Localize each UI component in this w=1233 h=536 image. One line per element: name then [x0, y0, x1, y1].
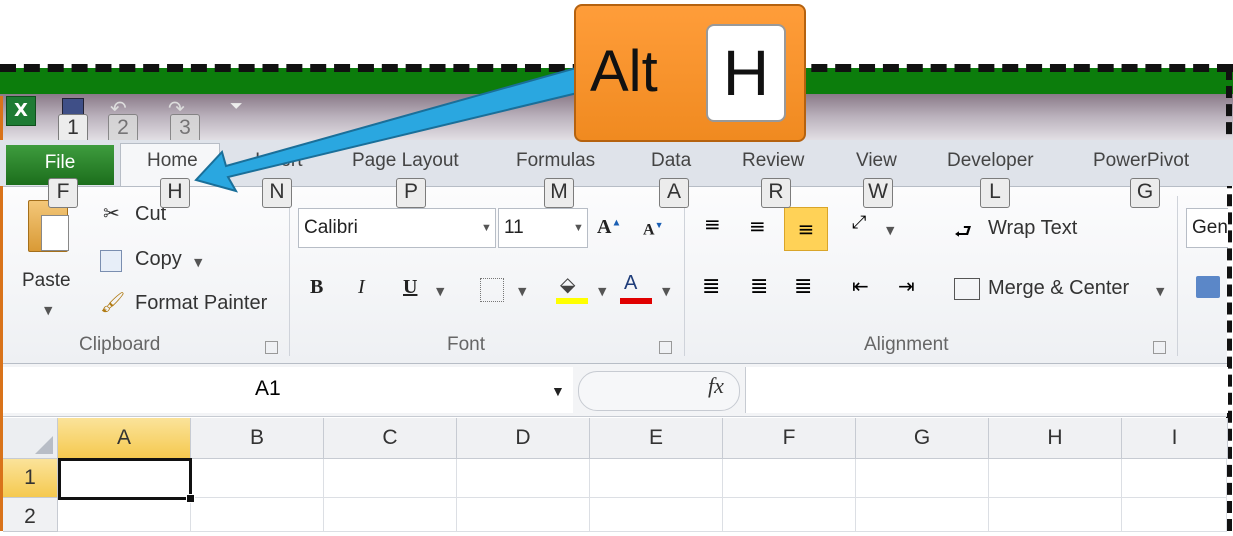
callout-key: H [706, 24, 786, 122]
callout-modifier-key: Alt [590, 39, 658, 104]
